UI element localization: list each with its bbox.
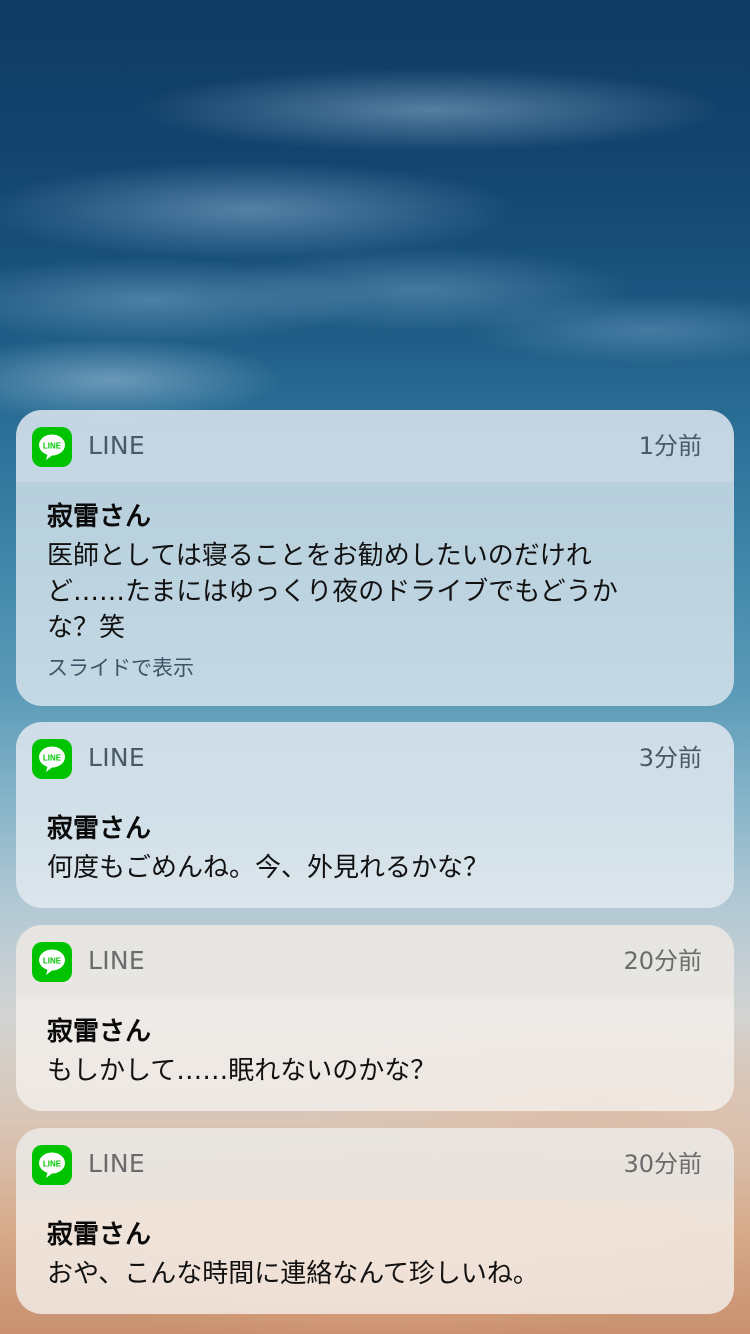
line-app-icon: LINE (32, 739, 72, 779)
notification-time: 30分前 (623, 1150, 702, 1178)
line-app-icon: LINE (32, 942, 72, 982)
message-text: もしかして……眠れないのかな？ (47, 1056, 437, 1086)
notification-card[interactable]: LINE LINE 1分前 寂雷さん 医師としては寝ることをお勧めしたいのだけれ… (16, 410, 734, 706)
notification-header: LINE LINE 3分前 (16, 722, 734, 794)
app-name: LINE (88, 431, 145, 460)
line-app-icon: LINE (32, 427, 72, 467)
notification-time: 3分前 (638, 744, 702, 772)
notification-header: LINE LINE 20分前 (16, 925, 734, 997)
notification-time: 1分前 (638, 432, 702, 460)
sender-name: 寂雷さん (47, 1017, 152, 1047)
notification-body: 寂雷さん もしかして……眠れないのかな？ (16, 997, 734, 1111)
notification-card[interactable]: LINE LINE 3分前 寂雷さん 何度もごめんね。今、外見れるかな？ (16, 722, 734, 908)
app-name: LINE (88, 946, 145, 975)
notification-time: 20分前 (623, 947, 702, 975)
notification-body: 寂雷さん おや、こんな時間に連絡なんて珍しいね。 (16, 1200, 734, 1314)
sender-name: 寂雷さん (47, 502, 152, 532)
svg-text:LINE: LINE (43, 957, 62, 966)
sender-name: 寂雷さん (47, 1220, 152, 1250)
message-text: 何度もごめんね。今、外見れるかな？ (47, 853, 490, 883)
svg-text:LINE: LINE (43, 1160, 62, 1169)
app-name: LINE (88, 1149, 145, 1178)
notification-header: LINE LINE 1分前 (16, 410, 734, 482)
notification-body: 寂雷さん 医師としては寝ることをお勧めしたいのだけれど……たまにはゆっくり夜のド… (16, 482, 734, 704)
notification-body: 寂雷さん 何度もごめんね。今、外見れるかな？ (16, 794, 734, 908)
message-text: おや、こんな時間に連絡なんて珍しいね。 (47, 1259, 539, 1289)
message-text: 医師としては寝ることをお勧めしたいのだけれど……たまにはゆっくり夜のドライブでも… (47, 541, 618, 643)
notification-card[interactable]: LINE LINE 30分前 寂雷さん おや、こんな時間に連絡なんて珍しいね。 (16, 1128, 734, 1314)
notification-card[interactable]: LINE LINE 20分前 寂雷さん もしかして……眠れないのかな？ (16, 925, 734, 1111)
slide-to-view-hint: スライドで表示 (47, 656, 194, 680)
svg-text:LINE: LINE (43, 442, 62, 451)
notification-header: LINE LINE 30分前 (16, 1128, 734, 1200)
svg-text:LINE: LINE (43, 754, 62, 763)
app-name: LINE (88, 743, 145, 772)
sender-name: 寂雷さん (47, 814, 152, 844)
line-app-icon: LINE (32, 1145, 72, 1185)
